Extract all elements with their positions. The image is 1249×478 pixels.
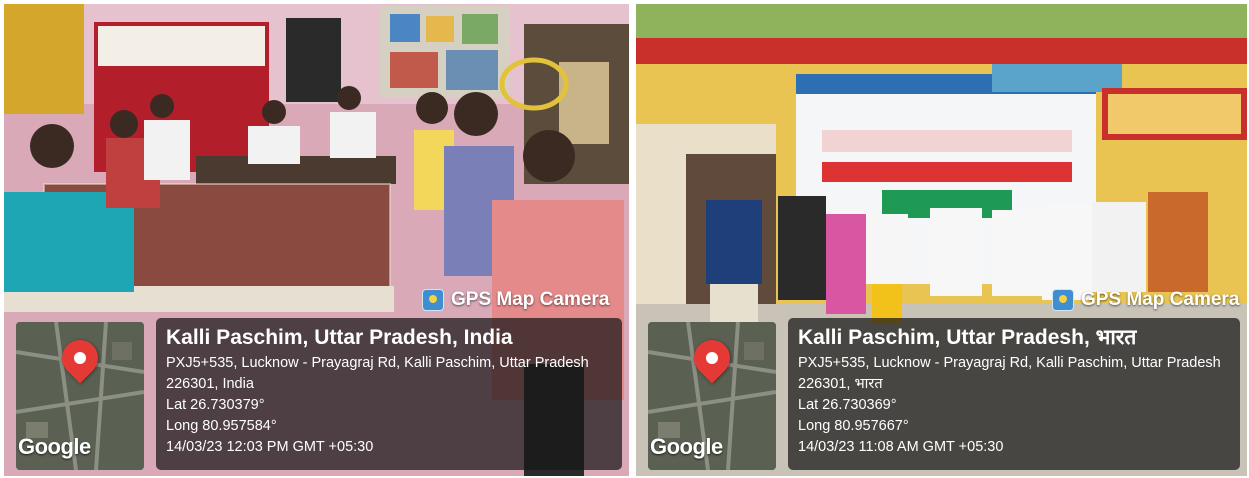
longitude: Long 80.957584° <box>166 418 277 434</box>
google-logo: Google <box>18 434 91 459</box>
location-info-panel: Kalli Paschim, Uttar Pradesh, India PXJ5… <box>156 318 622 470</box>
gps-map-camera-icon <box>422 289 444 311</box>
timestamp: 14/03/23 12:03 PM GMT +05:30 <box>166 439 374 455</box>
place-name: Kalli Paschim, Uttar Pradesh, भारत <box>798 326 1137 349</box>
gps-map-camera-label: GPS Map Camera <box>1081 289 1240 310</box>
photo-school-group: GPS Map Camera Google Kalli Paschim, Utt… <box>636 4 1247 476</box>
gps-map-camera-label: GPS Map Camera <box>451 289 610 310</box>
latitude: Lat 26.730369° <box>798 397 897 413</box>
longitude: Long 80.957667° <box>798 418 909 434</box>
gps-map-camera-icon <box>1052 289 1074 311</box>
address: PXJ5+535, Lucknow - Prayagraj Rd, Kalli … <box>166 355 589 392</box>
address: PXJ5+535, Lucknow - Prayagraj Rd, Kalli … <box>798 355 1221 392</box>
gps-map-camera-badge: GPS Map Camera <box>422 286 609 314</box>
place-name: Kalli Paschim, Uttar Pradesh, India <box>166 326 513 349</box>
map-thumbnail: Google <box>16 322 144 470</box>
timestamp: 14/03/23 11:08 AM GMT +05:30 <box>798 439 1004 455</box>
photo-meeting-room: GPS Map Camera Google Kalli Paschim, Utt… <box>4 4 629 476</box>
gps-map-camera-badge: GPS Map Camera <box>1052 286 1239 314</box>
location-info-panel: Kalli Paschim, Uttar Pradesh, भारत PXJ5+… <box>788 318 1240 470</box>
map-thumbnail: Google <box>648 322 776 470</box>
latitude: Lat 26.730379° <box>166 397 265 413</box>
google-logo: Google <box>650 434 723 459</box>
